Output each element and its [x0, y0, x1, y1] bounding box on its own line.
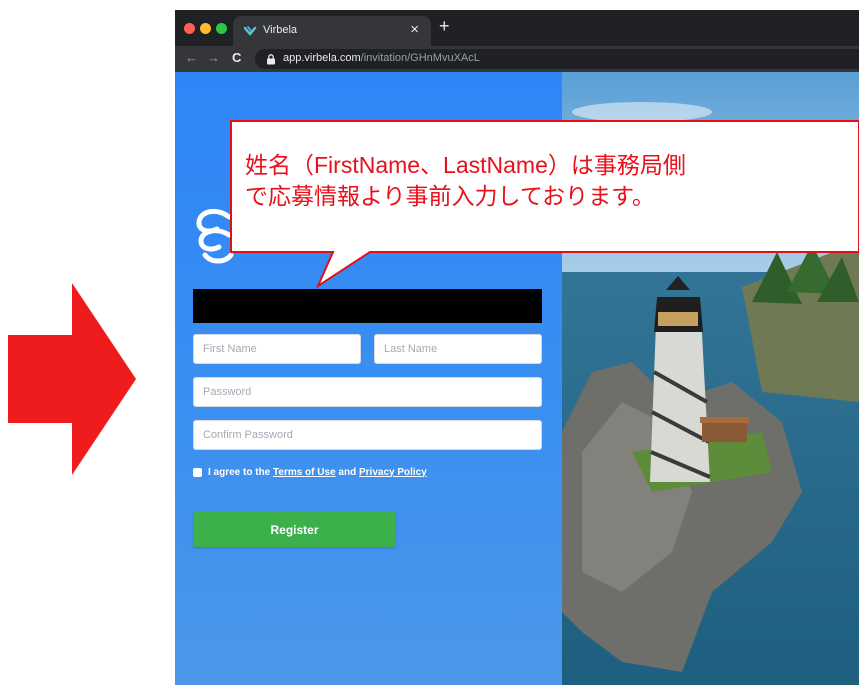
terms-agreement: I agree to the Terms of Use and Privacy …	[193, 465, 427, 479]
agree-prefix-text: I agree to the	[208, 466, 274, 478]
confirm-password-input[interactable]	[193, 420, 542, 450]
forward-arrow-icon[interactable]: →	[207, 50, 220, 65]
url-path: /invitation/GHnMvuXAcL	[360, 52, 480, 64]
close-window-button[interactable]	[184, 23, 195, 34]
back-arrow-icon[interactable]: ←	[185, 50, 198, 65]
url-host: app.virbela.com	[283, 52, 361, 64]
virbela-logo-icon	[196, 208, 234, 264]
url-text: app.virbela.com/invitation/GHnMvuXAcL	[283, 52, 480, 64]
callout-line-2: で応募情報より事前入力しております。	[245, 183, 655, 209]
privacy-policy-link[interactable]: Privacy Policy	[359, 467, 427, 478]
browser-window: Virbela × + ← → C app.virbela.com/invita…	[175, 10, 859, 685]
password-input[interactable]	[193, 377, 542, 407]
tab-virbela[interactable]: Virbela ×	[233, 16, 431, 46]
callout-text: 姓名（FirstName、LastName）は事務局側 で応募情報より事前入力し…	[245, 150, 845, 212]
maximize-window-button[interactable]	[216, 23, 227, 34]
lock-icon	[267, 54, 275, 65]
register-button[interactable]: Register	[193, 512, 396, 547]
tab-bar: Virbela × +	[175, 10, 859, 46]
tab-title: Virbela	[263, 24, 298, 36]
agree-and-text: and	[335, 466, 359, 478]
callout-line-1: 姓名（FirstName、LastName）は事務局側	[245, 152, 686, 178]
new-tab-button[interactable]: +	[439, 16, 450, 37]
browser-toolbar: ← → C app.virbela.com/invitation/GHnMvuX…	[175, 46, 859, 72]
agree-checkbox[interactable]	[193, 467, 202, 477]
address-bar[interactable]: app.virbela.com/invitation/GHnMvuXAcL	[255, 49, 859, 69]
terms-of-use-link[interactable]: Terms of Use	[273, 467, 336, 478]
virbela-favicon-icon	[243, 26, 257, 36]
red-arrow-icon	[8, 283, 136, 475]
first-name-input[interactable]	[193, 334, 361, 364]
redacted-email-bar	[193, 289, 542, 323]
tab-close-icon[interactable]: ×	[410, 21, 419, 38]
minimize-window-button[interactable]	[200, 23, 211, 34]
reload-icon[interactable]: C	[232, 50, 241, 65]
last-name-input[interactable]	[374, 334, 542, 364]
